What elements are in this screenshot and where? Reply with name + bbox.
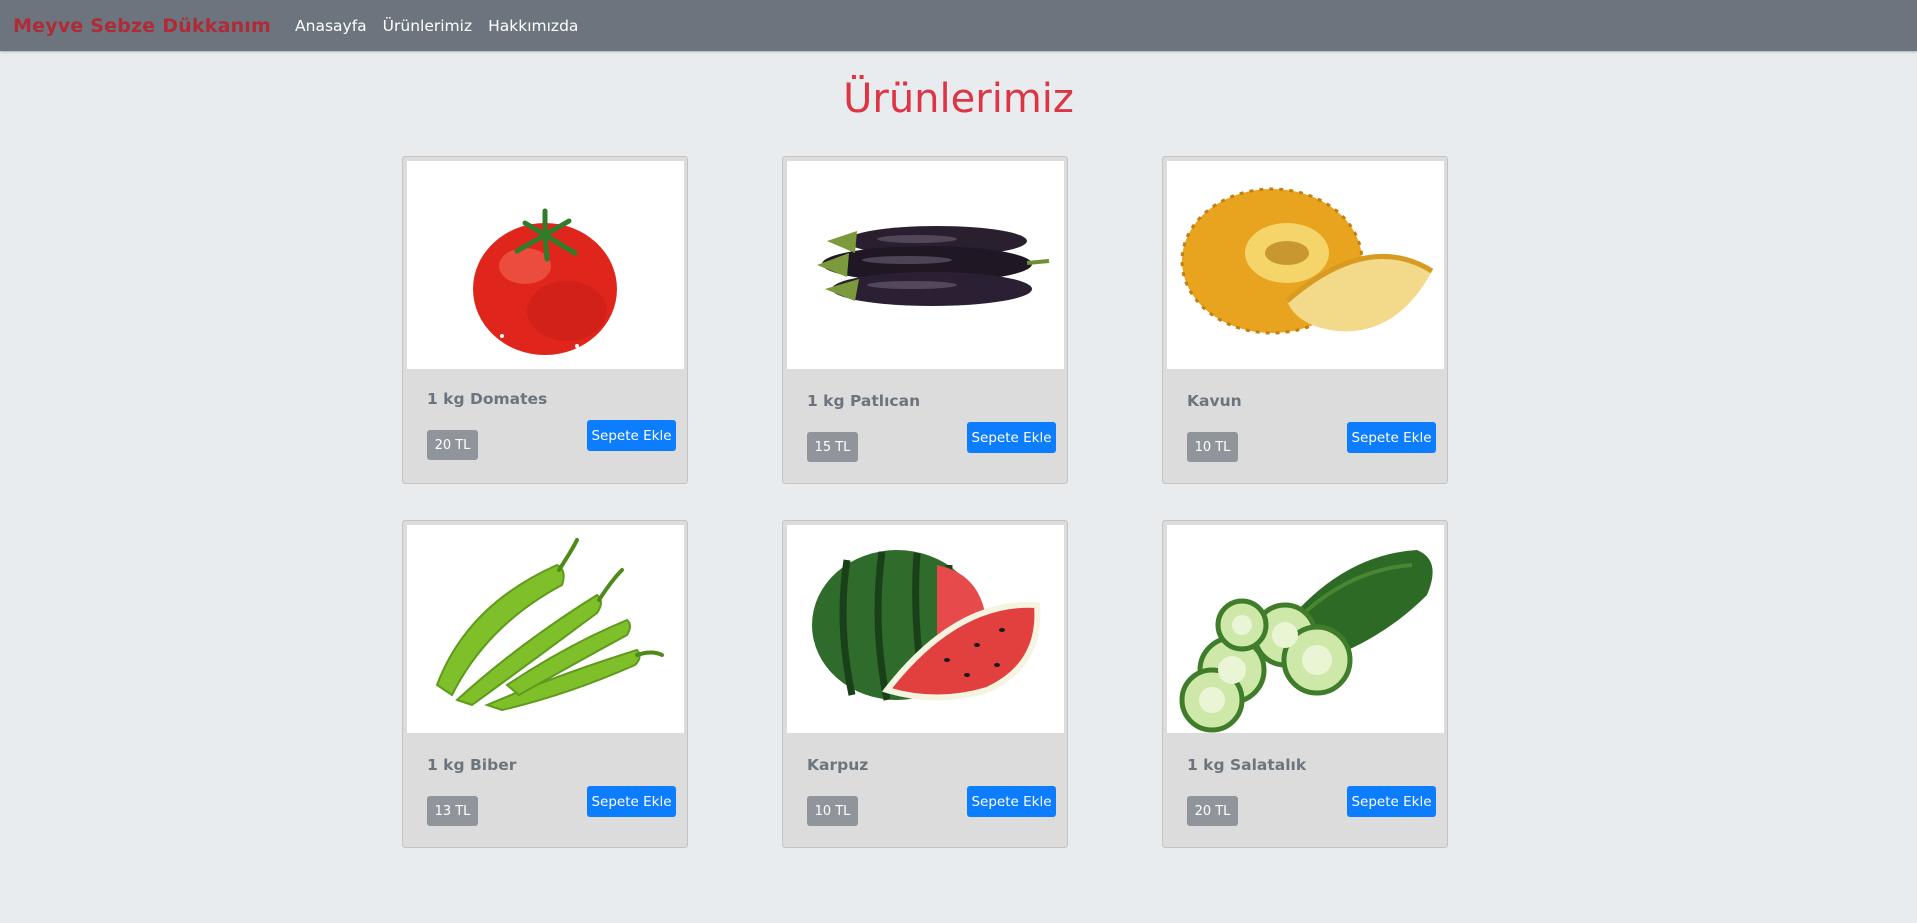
pepper-image: [407, 525, 684, 733]
product-name: 1 kg Biber: [427, 756, 517, 774]
brand-logo-text[interactable]: Meyve Sebze Dükkanım: [13, 15, 271, 37]
tomato-image: [407, 161, 684, 369]
navbar: Meyve Sebze Dükkanım Anasayfa Ürünlerimi…: [0, 0, 1917, 51]
nav-links: Anasayfa Ürünlerimiz Hakkımızda: [295, 17, 594, 35]
eggplant-image: [787, 161, 1064, 369]
product-card: 1 kg Domates 20 TL Sepete Ekle: [402, 156, 688, 484]
add-to-cart-button[interactable]: Sepete Ekle: [1347, 786, 1436, 817]
product-name: Kavun: [1187, 392, 1242, 410]
price-badge: 20 TL: [427, 430, 478, 460]
price-badge: 20 TL: [1187, 796, 1238, 826]
nav-link-urunlerimiz[interactable]: Ürünlerimiz: [383, 17, 472, 35]
watermelon-image: [787, 525, 1064, 733]
price-badge: 15 TL: [807, 432, 858, 462]
nav-link-anasayfa[interactable]: Anasayfa: [295, 17, 367, 35]
price-badge: 10 TL: [807, 796, 858, 826]
add-to-cart-button[interactable]: Sepete Ekle: [967, 786, 1056, 817]
page-title: Ürünlerimiz: [843, 76, 1074, 122]
product-card: Karpuz 10 TL Sepete Ekle: [782, 520, 1068, 848]
product-card: 1 kg Salatalık 20 TL Sepete Ekle: [1162, 520, 1448, 848]
nav-link-hakkimizda[interactable]: Hakkımızda: [488, 17, 578, 35]
product-card: 1 kg Biber 13 TL Sepete Ekle: [402, 520, 688, 848]
add-to-cart-button[interactable]: Sepete Ekle: [587, 420, 676, 451]
product-name: 1 kg Patlıcan: [807, 392, 921, 410]
product-card: Kavun 10 TL Sepete Ekle: [1162, 156, 1448, 484]
price-badge: 10 TL: [1187, 432, 1238, 462]
cucumber-image: [1167, 525, 1444, 733]
melon-image: [1167, 161, 1444, 369]
add-to-cart-button[interactable]: Sepete Ekle: [1347, 422, 1436, 453]
add-to-cart-button[interactable]: Sepete Ekle: [587, 786, 676, 817]
product-name: 1 kg Domates: [427, 390, 548, 408]
add-to-cart-button[interactable]: Sepete Ekle: [967, 422, 1056, 453]
product-card: 1 kg Patlıcan 15 TL Sepete Ekle: [782, 156, 1068, 484]
product-name: 1 kg Salatalık: [1187, 756, 1307, 774]
price-badge: 13 TL: [427, 796, 478, 826]
product-name: Karpuz: [807, 756, 869, 774]
